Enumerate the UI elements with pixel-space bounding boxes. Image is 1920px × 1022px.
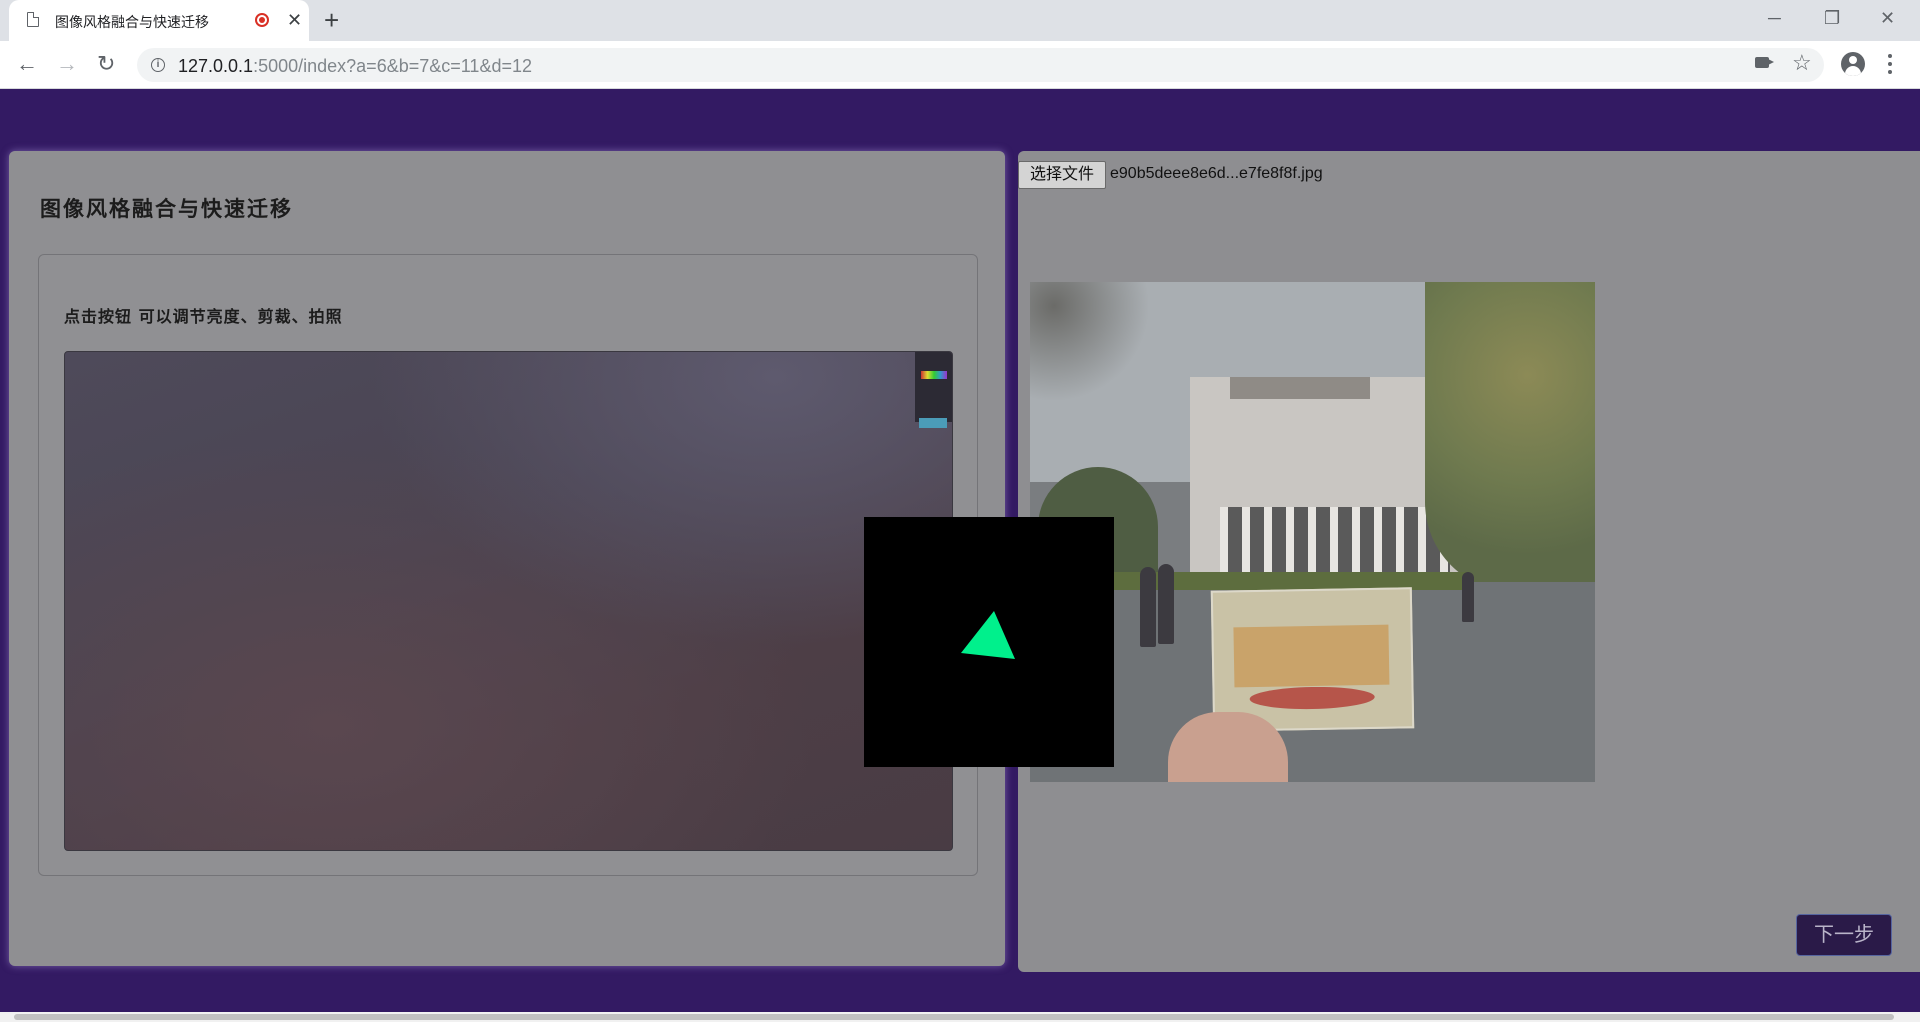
tab-title: 图像风格融合与快速迁移 (55, 14, 209, 30)
menu-icon[interactable] (1888, 54, 1892, 74)
minimize-button[interactable]: ─ (1768, 4, 1781, 32)
close-window-button[interactable]: ✕ (1880, 4, 1895, 32)
camera-hint: 点击按钮 可以调节亮度、剪裁、拍照 (64, 307, 343, 326)
scrollbar-thumb[interactable] (14, 1014, 1894, 1020)
capture-thumbnail[interactable] (919, 418, 947, 428)
uploaded-photo (1030, 282, 1595, 782)
close-tab-icon[interactable]: ✕ (287, 8, 302, 32)
url-path: :5000/index?a=6&b=7&c=11&d=12 (253, 56, 532, 76)
camera-controls-strip (915, 352, 952, 422)
bookmark-star-icon[interactable]: ☆ (1792, 49, 1812, 77)
address-bar[interactable]: i 127.0.0.1:5000/index?a=6&b=7&c=11&d=12 (137, 48, 1824, 82)
camera-panel: 图像风格融合与快速迁移 点击按钮 可以调节亮度、剪裁、拍照 (9, 151, 1005, 966)
browser-toolbar: ← → ↻ i 127.0.0.1:5000/index?a=6&b=7&c=1… (0, 41, 1920, 89)
camera-preview[interactable] (64, 351, 953, 851)
triangle-icon (961, 611, 1015, 659)
restore-button[interactable]: ❐ (1824, 4, 1840, 32)
page-title: 图像风格融合与快速迁移 (40, 196, 293, 221)
horizontal-scrollbar[interactable] (0, 1012, 1920, 1022)
loading-overlay (864, 517, 1114, 767)
upload-panel: 选择文件 e90b5deee8e6d...e7fe8f8f.jpg (1018, 151, 1920, 972)
page-icon (27, 12, 39, 27)
forward-button[interactable]: → (56, 50, 78, 78)
new-tab-button[interactable]: + (324, 5, 339, 35)
color-adjust-icon[interactable] (921, 371, 947, 379)
reload-button[interactable]: ↻ (97, 50, 115, 78)
camera-card: 点击按钮 可以调节亮度、剪裁、拍照 (38, 254, 978, 876)
back-button[interactable]: ← (16, 50, 38, 78)
page-body: 图像风格融合与快速迁移 点击按钮 可以调节亮度、剪裁、拍照 选择文件 e90b5… (0, 89, 1920, 1012)
url-host: 127.0.0.1 (178, 56, 254, 76)
recording-icon (255, 13, 269, 27)
choose-file-button[interactable]: 选择文件 (1018, 161, 1106, 189)
profile-icon[interactable] (1841, 52, 1865, 76)
tab-strip: 图像风格融合与快速迁移 ✕ + ─ ❐ ✕ (0, 0, 1920, 41)
camera-icon[interactable] (1755, 57, 1774, 68)
browser-tab[interactable]: 图像风格融合与快速迁移 ✕ (9, 0, 309, 41)
file-name: e90b5deee8e6d...e7fe8f8f.jpg (1110, 165, 1323, 182)
url-text[interactable]: 127.0.0.1:5000/index?a=6&b=7&c=11&d=12 (178, 56, 532, 77)
next-step-button[interactable]: 下一步 (1796, 914, 1892, 956)
info-icon[interactable]: i (151, 58, 165, 72)
